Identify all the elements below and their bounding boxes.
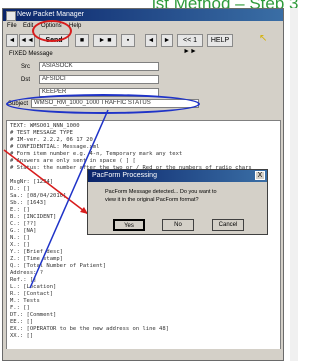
cancel-button[interactable]: Cancel [212, 219, 244, 231]
dialog-close-button[interactable]: X [255, 171, 265, 180]
dialog-message-line-2: view it in the original PacForm format? [105, 197, 199, 203]
dialog-message-line-1: PacForm Message detected... Do you want … [105, 189, 217, 195]
dialog-title: PacForm Processing [92, 172, 157, 179]
pacform-dialog: PacForm Processing X PacForm Message det… [87, 169, 268, 235]
red-arrow-line [3, 149, 89, 215]
dialog-titlebar: PacForm Processing X [88, 170, 267, 182]
no-button[interactable]: No [162, 219, 194, 231]
yes-button[interactable]: Yes [113, 219, 145, 231]
